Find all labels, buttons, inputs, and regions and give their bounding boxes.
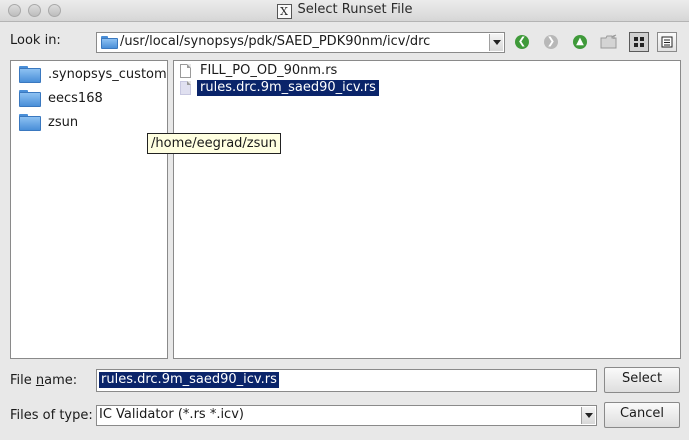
- file-name-label: File name:: [10, 373, 78, 388]
- sidebar-item-synopsys-custom[interactable]: .synopsys_custom: [15, 63, 167, 85]
- x11-logo-icon: X: [276, 4, 292, 19]
- title-bar: X Select Runset File: [0, 0, 689, 22]
- look-in-label: Look in:: [10, 33, 61, 48]
- new-folder-button[interactable]: [600, 33, 618, 51]
- file-name-input[interactable]: rules.drc.9m_saed90_icv.rs: [96, 369, 597, 392]
- look-in-combobox[interactable]: /usr/local/synopsys/pdk/SAED_PDK90nm/icv…: [96, 32, 505, 53]
- file-type-label: Files of type:: [10, 408, 93, 423]
- path-tooltip: /home/eegrad/zsun: [147, 133, 281, 154]
- places-sidebar[interactable]: .synopsys_custom eecs168 zsun: [10, 60, 168, 359]
- folder-icon: [101, 36, 118, 49]
- file-type-value: IC Validator (*.rs *.icv): [99, 407, 244, 422]
- list-item-fill-po-od[interactable]: FILL_PO_OD_90nm.rs: [178, 63, 378, 79]
- file-type-combobox[interactable]: IC Validator (*.rs *.icv): [96, 405, 597, 426]
- file-list[interactable]: FILL_PO_OD_90nm.rs rules.drc.9m_saed90_i…: [173, 60, 681, 359]
- sidebar-item-label: eecs168: [48, 91, 103, 106]
- cancel-button[interactable]: Cancel: [604, 402, 680, 428]
- sidebar-item-label: zsun: [48, 115, 79, 130]
- icon-view-button[interactable]: [629, 32, 649, 52]
- icon-view-icon: [634, 37, 644, 47]
- file-icon: [180, 81, 191, 95]
- chevron-down-icon[interactable]: [581, 407, 595, 424]
- new-folder-icon: [600, 34, 617, 49]
- list-view-icon: [661, 36, 673, 48]
- back-icon: ❮: [515, 35, 529, 49]
- window-title: Select Runset File: [297, 2, 413, 17]
- file-name-label: FILL_PO_OD_90nm.rs: [200, 63, 338, 78]
- sidebar-item-zsun[interactable]: zsun: [15, 111, 163, 133]
- list-view-button[interactable]: [657, 32, 677, 52]
- file-name-label: rules.drc.9m_saed90_icv.rs: [197, 80, 379, 96]
- forward-icon: ❯: [544, 35, 558, 49]
- folder-icon: [19, 90, 41, 107]
- window-title-area: X Select Runset File: [0, 2, 689, 19]
- back-button[interactable]: ❮: [513, 33, 531, 51]
- look-in-path: /usr/local/synopsys/pdk/SAED_PDK90nm/icv…: [120, 34, 431, 49]
- chevron-down-icon[interactable]: [489, 34, 503, 51]
- folder-icon: [19, 66, 41, 83]
- sidebar-item-label: .synopsys_custom: [48, 67, 167, 82]
- list-item-rules-drc[interactable]: rules.drc.9m_saed90_icv.rs: [178, 80, 398, 96]
- file-name-value: rules.drc.9m_saed90_icv.rs: [99, 372, 279, 388]
- select-button[interactable]: Select: [604, 367, 680, 393]
- file-icon: [180, 64, 191, 78]
- sidebar-item-eecs168[interactable]: eecs168: [15, 87, 163, 109]
- forward-button[interactable]: ❯: [542, 33, 560, 51]
- up-folder-icon: ▲: [573, 35, 587, 49]
- up-folder-button[interactable]: ▲: [571, 33, 589, 51]
- folder-icon: [19, 114, 41, 131]
